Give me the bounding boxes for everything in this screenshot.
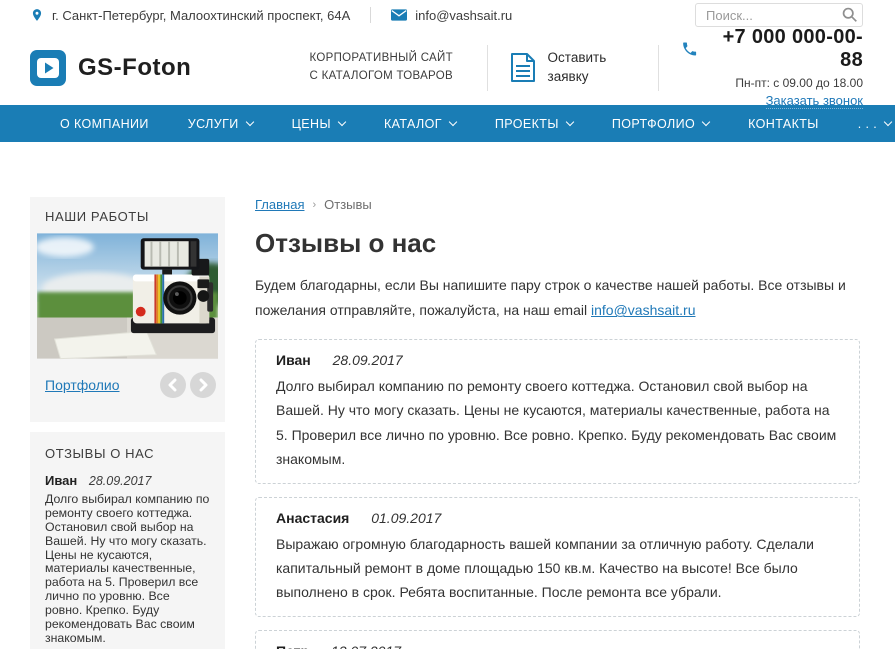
site-header: GS-Foton КОРПОРАТИВНЫЙ САЙТ С КАТАЛОГОМ … [0, 26, 895, 109]
phone-block: +7 000 000-00-88 Пн-пт: с 09.00 до 18.00… [681, 26, 863, 110]
review-date: 28.09.2017 [88, 474, 152, 488]
breadcrumb: Главная › Отзывы [255, 197, 860, 212]
review-text: Выражаю огромную благодарность вашей ком… [276, 535, 814, 600]
our-works-widget: НАШИ РАБОТЫ Портфолио [30, 197, 225, 422]
breadcrumb-current: Отзывы [324, 197, 372, 212]
search-input[interactable] [695, 3, 863, 27]
chevron-down-icon [337, 117, 347, 127]
review-date: 01.09.2017 [371, 509, 442, 526]
review-card: Петр 13.07.2017 Построили мне дом из газ… [255, 629, 860, 649]
review-card: Анастасия 01.09.2017 Выражаю огромную бл… [255, 496, 860, 617]
next-arrow-button[interactable] [190, 372, 216, 398]
divider [486, 44, 488, 91]
nav-item-contacts[interactable]: КОНТАКТЫ [748, 117, 819, 131]
review-date: 13.07.2017 [331, 643, 401, 649]
leave-request-label: Оставить заявку [547, 50, 607, 84]
review-text: Долго выбирал компанию по ремонту своего… [45, 492, 210, 645]
logo-text: GS-Foton [78, 53, 192, 81]
portfolio-link[interactable]: Портфолио [45, 377, 120, 393]
top-bar: г. Санкт-Петербург, Малоохтинский проспе… [0, 0, 895, 30]
nav-item-prices[interactable]: ЦЕНЫ [292, 117, 347, 131]
review-author: Анастасия [276, 509, 350, 526]
mail-icon [391, 9, 408, 21]
address-text: г. Санкт-Петербург, Малоохтинский проспе… [52, 7, 351, 23]
prev-arrow-button[interactable] [160, 372, 186, 398]
leave-request-button[interactable]: Оставить заявку [510, 49, 636, 85]
arrow-left-icon [160, 372, 186, 398]
nav-item-more[interactable]: . . . [858, 117, 893, 131]
review-card-header: Иван 28.09.2017 [276, 352, 839, 368]
portfolio-photo[interactable] [37, 232, 218, 360]
main-navigation: О КОМПАНИИ УСЛУГИ ЦЕНЫ КАТАЛОГ ПРОЕКТЫ П… [0, 105, 895, 142]
review-date: 28.09.2017 [332, 352, 403, 369]
reviews-list: Иван 28.09.2017 Долго выбирал компанию п… [255, 339, 860, 649]
nav-item-services[interactable]: УСЛУГИ [188, 117, 254, 131]
search-button[interactable] [841, 6, 858, 23]
logo-icon [30, 49, 66, 86]
review-header: Иван 28.09.2017 [45, 473, 210, 488]
chevron-down-icon [448, 117, 458, 127]
order-callback-link[interactable]: Заказать звонок [765, 93, 863, 109]
divider [370, 7, 372, 23]
search-box [695, 3, 863, 27]
works-widget-footer: Портфолио [45, 372, 216, 398]
intro-email-link[interactable]: info@vashsait.ru [591, 302, 695, 318]
review-text: Долго выбирал компанию по ремонту своего… [276, 378, 837, 467]
breadcrumb-separator-icon: › [312, 198, 317, 211]
location-pin-icon [30, 7, 44, 23]
review-card: Иван 28.09.2017 Долго выбирал компанию п… [255, 339, 860, 484]
breadcrumb-home-link[interactable]: Главная [255, 197, 304, 212]
phone-number[interactable]: +7 000 000-00-88 [707, 26, 863, 72]
reviews-widget-title: ОТЗЫВЫ О НАС [45, 446, 155, 461]
sidebar: НАШИ РАБОТЫ Портфолио ОТЗЫВЫ О НАС Иван … [30, 197, 225, 649]
review-author: Иван [45, 473, 78, 488]
arrow-right-icon [190, 372, 216, 398]
chevron-down-icon [883, 117, 893, 127]
intro-text: Будем благодарны, если Вы напишите пару … [255, 277, 846, 319]
chevron-down-icon [245, 117, 254, 127]
search-icon [842, 7, 857, 22]
chevron-down-icon [565, 117, 575, 127]
our-works-title: НАШИ РАБОТЫ [45, 209, 149, 224]
intro-paragraph: Будем благодарны, если Вы напишите пару … [255, 273, 860, 323]
nav-item-projects[interactable]: ПРОЕКТЫ [495, 117, 575, 131]
phone-icon [683, 41, 696, 55]
page-title: Отзывы о нас [255, 228, 437, 258]
review-author: Петр [276, 643, 309, 649]
email-text[interactable]: info@vashsait.ru [415, 8, 512, 23]
reviews-widget: ОТЗЫВЫ О НАС Иван 28.09.2017 Долго выбир… [30, 432, 225, 649]
page-content: НАШИ РАБОТЫ Портфолио ОТЗЫВЫ О НАС Иван … [0, 197, 895, 649]
document-icon [510, 52, 535, 82]
works-carousel-controls [160, 372, 216, 398]
logo[interactable]: GS-Foton [30, 49, 310, 86]
work-hours: Пн-пт: с 09.00 до 18.00 [735, 75, 863, 90]
nav-item-about[interactable]: О КОМПАНИИ [60, 117, 149, 131]
nav-item-catalog[interactable]: КАТАЛОГ [384, 117, 458, 131]
nav-item-portfolio[interactable]: ПОРТФОЛИО [612, 117, 711, 131]
chevron-down-icon [701, 117, 711, 127]
review-card-header: Анастасия 01.09.2017 [276, 510, 839, 526]
review-card-header: Петр 13.07.2017 [276, 643, 839, 649]
main-column: Главная › Отзывы Отзывы о нас Будем благ… [255, 197, 860, 649]
divider [657, 44, 659, 91]
contact-info: г. Санкт-Петербург, Малоохтинский проспе… [30, 7, 512, 23]
review-author: Иван [276, 352, 311, 369]
site-tagline: КОРПОРАТИВНЫЙ САЙТ С КАТАЛОГОМ ТОВАРОВ [309, 52, 453, 82]
